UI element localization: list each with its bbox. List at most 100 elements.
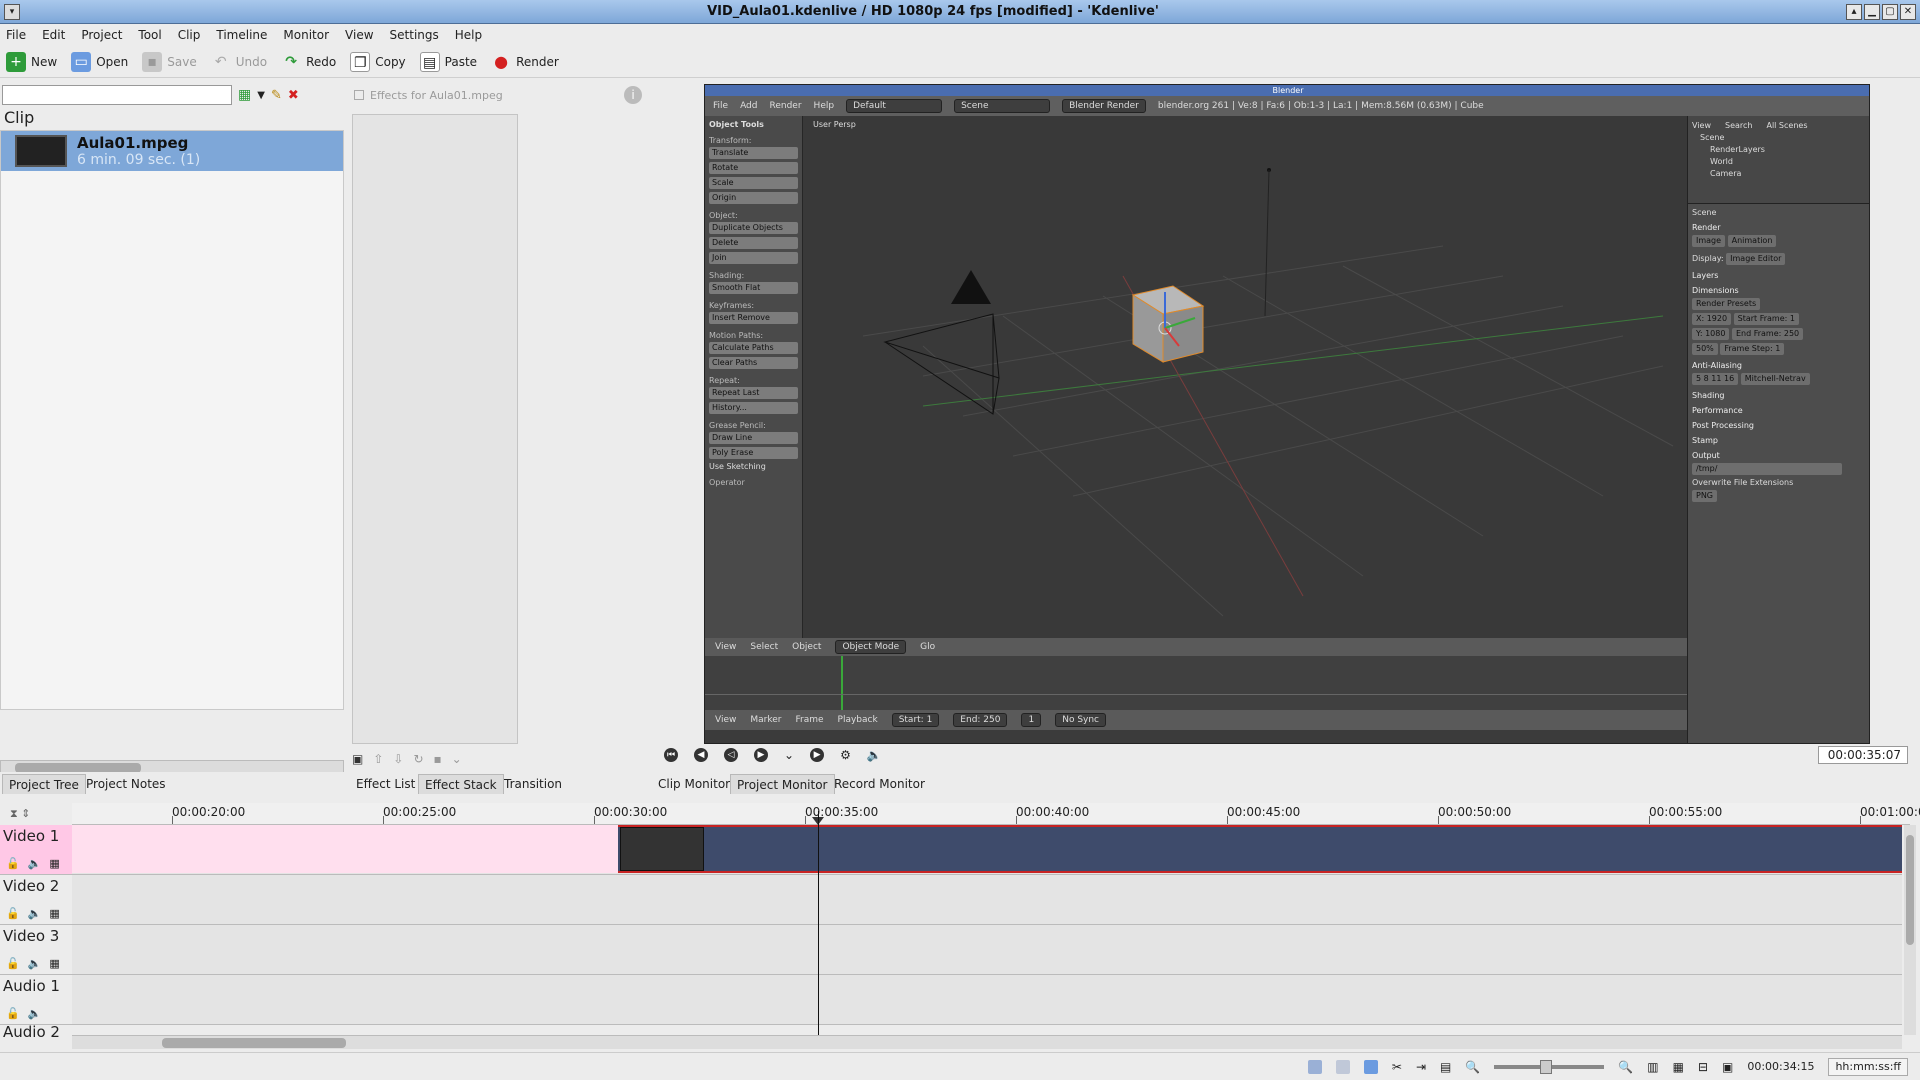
- menu-timeline[interactable]: Timeline: [216, 28, 267, 42]
- video-toggle-icon[interactable]: ▦: [49, 957, 59, 970]
- save-button[interactable]: ▪ Save: [142, 51, 197, 72]
- tab-project-notes[interactable]: Project Notes: [80, 774, 172, 794]
- track-header-video3[interactable]: Video 3 🔓 🔈 ▦: [0, 925, 72, 975]
- outliner-scene[interactable]: Scene: [1692, 132, 1867, 144]
- mute-icon[interactable]: 🔈: [28, 907, 42, 920]
- props-dimensions[interactable]: Dimensions: [1692, 286, 1867, 295]
- track-video3[interactable]: [72, 925, 1902, 975]
- ot-clear-paths-button[interactable]: Clear Paths: [709, 357, 798, 369]
- effects-checkbox[interactable]: [354, 90, 364, 100]
- mute-icon[interactable]: 🔈: [28, 1007, 42, 1020]
- tl-sync-select[interactable]: No Sync: [1055, 713, 1107, 727]
- props-anti-aliasing[interactable]: Anti-Aliasing: [1692, 361, 1867, 370]
- ot-history-button[interactable]: History...: [709, 402, 798, 414]
- copy-button[interactable]: ❐ Copy: [350, 51, 406, 72]
- add-clip-icon[interactable]: ▦: [238, 87, 251, 103]
- menu-tool[interactable]: Tool: [138, 28, 161, 42]
- play-options-icon[interactable]: ⌄: [784, 748, 794, 762]
- props-animation-button[interactable]: Animation: [1727, 235, 1777, 247]
- ot-rotate-button[interactable]: Rotate: [709, 162, 798, 174]
- tl-frame-menu[interactable]: Frame: [795, 715, 823, 725]
- props-format-select[interactable]: PNG: [1692, 490, 1718, 502]
- menu-edit[interactable]: Edit: [42, 28, 65, 42]
- timeline-hscrollbar[interactable]: [72, 1035, 1902, 1049]
- ot-repeat-last-button[interactable]: Repeat Last: [709, 387, 798, 399]
- props-file-ext[interactable]: File Extensions: [1734, 478, 1793, 487]
- tab-project-tree[interactable]: Project Tree: [2, 774, 86, 794]
- props-output[interactable]: Output: [1692, 451, 1867, 460]
- blender-3d-viewport[interactable]: User Persp: [803, 116, 1687, 638]
- timeline-clip-aula01[interactable]: [618, 825, 1902, 873]
- tl-marker-menu[interactable]: Marker: [750, 715, 781, 725]
- props-res-percent[interactable]: 50%: [1692, 343, 1718, 355]
- mute-icon[interactable]: 🔈: [28, 857, 42, 870]
- zoom-slider[interactable]: [1494, 1059, 1605, 1074]
- split-audio-icon[interactable]: ▥: [1647, 1060, 1658, 1074]
- play-icon[interactable]: ▶: [754, 748, 768, 762]
- props-res-y[interactable]: Y: 1080: [1692, 328, 1730, 340]
- props-shading[interactable]: Shading: [1692, 391, 1867, 400]
- undo-button[interactable]: ↶ Undo: [211, 52, 267, 72]
- props-presets-select[interactable]: Render Presets: [1692, 298, 1761, 310]
- tab-record-monitor[interactable]: Record Monitor: [828, 774, 931, 794]
- fit-zoom-icon[interactable]: ▤: [1440, 1060, 1451, 1074]
- ot-translate-button[interactable]: Translate: [709, 147, 798, 159]
- video-toggle-icon[interactable]: ▦: [49, 907, 59, 920]
- open-button[interactable]: ▭ Open: [71, 51, 128, 72]
- track-header-video1[interactable]: Video 1 🔓 🔈 ▦: [0, 825, 72, 875]
- props-frame-step[interactable]: Frame Step: 1: [1720, 343, 1785, 355]
- window-menu-icon[interactable]: ▾: [4, 3, 20, 20]
- track-video2[interactable]: [72, 875, 1902, 925]
- ot-draw-line-button[interactable]: Draw Line: [709, 432, 798, 444]
- tl-start-field[interactable]: Start: 1: [891, 713, 940, 727]
- menu-file[interactable]: File: [6, 28, 26, 42]
- playhead[interactable]: [818, 811, 819, 1035]
- collapse-icon[interactable]: ⌄: [452, 752, 462, 766]
- tab-clip-monitor[interactable]: Clip Monitor: [652, 774, 736, 794]
- lock-icon[interactable]: 🔓: [6, 907, 20, 920]
- paste-button[interactable]: ▤ Paste: [419, 51, 477, 72]
- outliner-renderlayers[interactable]: RenderLayers: [1692, 144, 1867, 156]
- ot-duplicate-button[interactable]: Duplicate Objects: [709, 222, 798, 234]
- lock-icon[interactable]: 🔓: [6, 1007, 20, 1020]
- edit-clip-icon[interactable]: ✎: [271, 88, 282, 103]
- ot-delete-button[interactable]: Delete: [709, 237, 798, 249]
- tab-transition[interactable]: Transition: [498, 774, 568, 794]
- blender-menu-add[interactable]: Add: [740, 101, 757, 111]
- menu-clip[interactable]: Clip: [178, 28, 201, 42]
- vp-orientation[interactable]: Glo: [920, 642, 935, 652]
- menu-monitor[interactable]: Monitor: [283, 28, 329, 42]
- outliner-view[interactable]: View: [1692, 120, 1711, 132]
- snap-icon[interactable]: ⊟: [1698, 1060, 1708, 1074]
- tl-current-frame[interactable]: 1: [1021, 713, 1042, 727]
- outliner-camera[interactable]: Camera: [1692, 168, 1867, 180]
- add-effect-icon[interactable]: ▣: [352, 752, 363, 766]
- blender-engine-field[interactable]: Blender Render: [1062, 99, 1146, 113]
- vp-object-menu[interactable]: Object: [792, 642, 821, 652]
- tl-end-field[interactable]: End: 250: [953, 713, 1008, 727]
- monitor-settings-icon[interactable]: ⚙: [840, 748, 851, 762]
- zoom-out-icon[interactable]: 🔍: [1465, 1060, 1480, 1074]
- forward-icon[interactable]: ▶: [810, 748, 825, 762]
- track-header-video2[interactable]: Video 2 🔓 🔈 ▦: [0, 875, 72, 925]
- window-minimize-icon[interactable]: ▁: [1864, 3, 1880, 20]
- ot-origin-button[interactable]: Origin: [709, 192, 798, 204]
- props-performance[interactable]: Performance: [1692, 406, 1867, 415]
- ot-smooth-flat-button[interactable]: Smooth Flat: [709, 282, 798, 294]
- render-button[interactable]: ● Render: [491, 52, 559, 72]
- props-start-frame[interactable]: Start Frame: 1: [1733, 313, 1799, 325]
- blender-menu-file[interactable]: File: [713, 101, 728, 111]
- outliner-world[interactable]: World: [1692, 156, 1867, 168]
- video1-empty-region[interactable]: [72, 825, 618, 873]
- tab-project-monitor[interactable]: Project Monitor: [730, 774, 835, 794]
- mute-icon[interactable]: 🔈: [28, 957, 42, 970]
- props-post-processing[interactable]: Post Processing: [1692, 421, 1867, 430]
- move-up-icon[interactable]: ⇧: [373, 752, 383, 766]
- props-stamp[interactable]: Stamp: [1692, 436, 1867, 445]
- blender-scene-field[interactable]: Scene: [954, 99, 1051, 113]
- audio-thumbnails-icon[interactable]: [1335, 1059, 1350, 1074]
- vp-mode-select[interactable]: Object Mode: [835, 640, 907, 654]
- track-header-audio2[interactable]: Audio 2: [0, 1025, 72, 1039]
- move-down-icon[interactable]: ⇩: [393, 752, 403, 766]
- redo-button[interactable]: ↷ Redo: [281, 52, 336, 72]
